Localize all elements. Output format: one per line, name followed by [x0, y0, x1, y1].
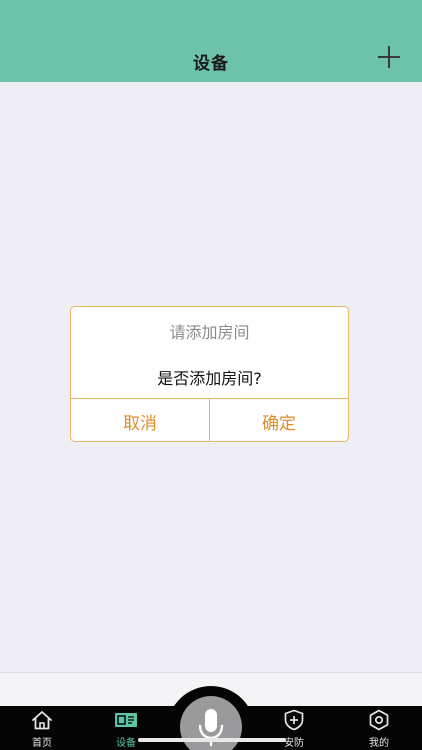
dialog-title: 请添加房间 [169, 323, 250, 342]
tab-label-home: 首页 [32, 738, 52, 749]
shield-plus-icon [284, 709, 304, 731]
home-indicator[interactable] [138, 738, 286, 742]
page-title: 设备 [193, 54, 229, 74]
device-icon [115, 713, 137, 727]
app-screen: 设备 请添加房间 是否添加房间? 取消 确定 首页 设备 安防 我的 [0, 0, 422, 750]
add-room-dialog: 请添加房间 是否添加房间? 取消 确定 [70, 306, 349, 442]
plus-icon[interactable] [376, 44, 402, 70]
confirm-button[interactable]: 确定 [209, 399, 348, 441]
home-icon [32, 711, 52, 730]
tab-security[interactable]: 安防 [264, 706, 324, 750]
cancel-button[interactable]: 取消 [71, 399, 209, 441]
top-header: 设备 [0, 0, 422, 82]
settings-icon [369, 709, 389, 731]
tab-mine[interactable]: 我的 [349, 706, 409, 750]
tab-device[interactable]: 设备 [96, 706, 156, 750]
tab-label-mine: 我的 [369, 738, 389, 749]
dialog-message: 是否添加房间? [157, 369, 262, 388]
tab-home[interactable]: 首页 [12, 706, 72, 750]
dialog-button-row: 取消 确定 [71, 398, 348, 441]
